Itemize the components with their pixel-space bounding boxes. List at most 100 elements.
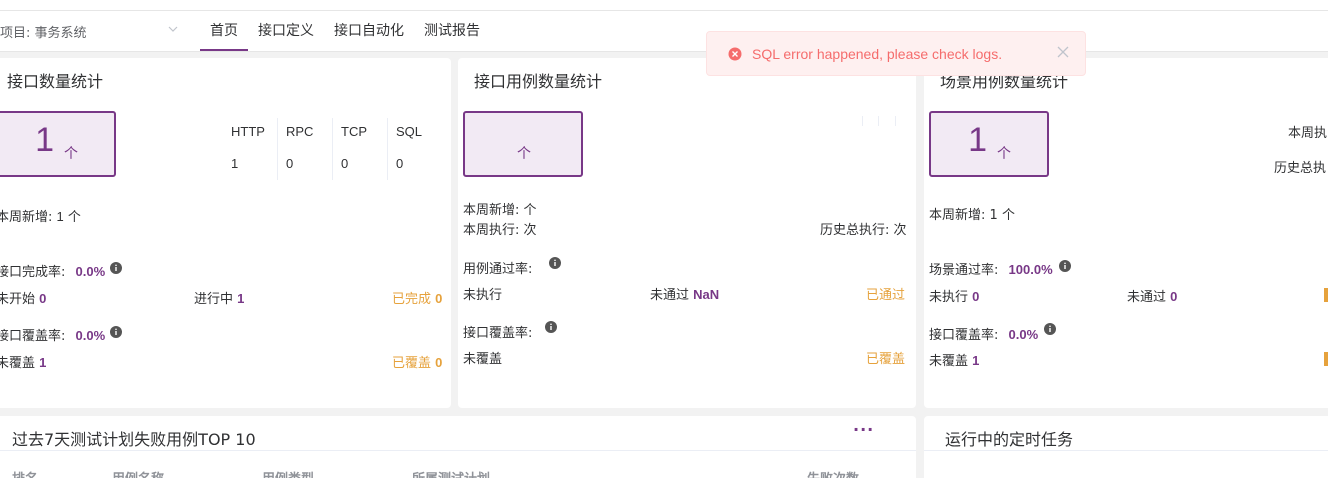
- project-selector[interactable]: 项目: 事务系统: [0, 11, 190, 51]
- api-uncovered: 未覆盖 1: [0, 352, 46, 371]
- info-icon[interactable]: [110, 326, 122, 338]
- uncovered-label: 未覆盖: [0, 356, 36, 371]
- not-started-label: 未开始: [0, 292, 36, 307]
- case-coverage-label: 接口覆盖率:: [463, 326, 533, 341]
- case-card-title: 接口用例数量统计: [474, 72, 603, 91]
- not-exec-label: 未执行: [929, 290, 969, 305]
- protocol-name: TCP: [341, 124, 367, 139]
- scenario-week-exec: 本周执: [1288, 126, 1328, 141]
- coverage-value: 0.0%: [1008, 327, 1039, 342]
- complete-rate-value: 0.0%: [75, 264, 106, 279]
- info-icon[interactable]: [1044, 323, 1056, 335]
- case-count-box: 个: [463, 111, 583, 177]
- api-count-card: 接口数量统计 1 个 HTTP 1 RPC 0 TCP 0 SQL 0 本周新增…: [0, 58, 451, 408]
- scenario-uncovered: 未覆盖 1: [929, 350, 979, 369]
- more-options-icon[interactable]: ···: [853, 420, 874, 439]
- week-new-label: 本周新增:: [929, 208, 986, 223]
- pass-rate-value: 100.0%: [1008, 262, 1053, 277]
- case-pass-rate-label: 用例通过率:: [463, 262, 533, 277]
- info-icon[interactable]: [545, 321, 557, 333]
- api-count-box: 1 个: [0, 111, 116, 177]
- chevron-down-icon: [168, 26, 178, 32]
- week-new-unit: 个: [1001, 208, 1015, 223]
- close-icon[interactable]: [1057, 46, 1069, 58]
- table-divider: [878, 116, 879, 126]
- case-history-exec: 历史总执行: 次: [820, 223, 907, 238]
- tab-api-definition[interactable]: 接口定义: [258, 11, 314, 51]
- scenario-count-box: 1 个: [929, 111, 1049, 177]
- case-not-exec: 未执行: [463, 288, 503, 303]
- scenario-not-exec: 未执行 0: [929, 286, 979, 305]
- top-nav: 项目: 事务系统 首页 接口定义 接口自动化 测试报告: [0, 11, 1328, 52]
- col-test-plan: 所属测试计划: [412, 468, 490, 478]
- protocol-col: RPC 0: [278, 118, 333, 180]
- protocol-value: 0: [341, 156, 349, 171]
- col-case-type: 用例类型: [262, 468, 314, 478]
- protocol-col: SQL 0: [388, 118, 443, 180]
- toast-message: SQL error happened, please check logs.: [752, 46, 1003, 62]
- coverage-label: 接口覆盖率:: [0, 329, 66, 344]
- api-in-progress: 进行中 1: [194, 288, 244, 307]
- api-week-new: 本周新增: 1 个: [0, 206, 81, 225]
- case-not-pass: 未通过 NaN: [650, 284, 719, 303]
- uncovered-value: 1: [972, 353, 980, 368]
- week-new-unit: 个: [67, 210, 81, 225]
- scenario-pass-rate: 场景通过率: 100.0%: [929, 259, 1053, 278]
- failed-top10-title: 过去7天测试计划失败用例TOP 10: [12, 430, 256, 449]
- covered-value: 0: [435, 355, 443, 370]
- done-value: 0: [435, 291, 443, 306]
- not-exec-value: 0: [972, 289, 980, 304]
- coverage-label: 接口覆盖率:: [929, 328, 999, 343]
- divider: [924, 450, 1328, 451]
- info-icon[interactable]: [110, 262, 122, 274]
- in-progress-label: 进行中: [194, 292, 234, 307]
- scenario-not-pass: 未通过 0: [1127, 286, 1177, 305]
- protocol-name: RPC: [286, 124, 314, 139]
- case-covered: 已覆盖: [866, 352, 906, 367]
- case-uncovered: 未覆盖: [463, 352, 503, 367]
- week-new-value: 1: [56, 209, 64, 224]
- api-coverage-rate: 接口覆盖率: 0.0%: [0, 325, 105, 344]
- api-count-unit: 个: [64, 146, 78, 162]
- col-failure-count: 失败次数: [807, 468, 859, 478]
- col-case-name: 用例名称: [112, 468, 164, 478]
- week-new-value: 1: [989, 208, 998, 223]
- not-started-value: 0: [39, 291, 47, 306]
- not-pass-value: NaN: [693, 287, 720, 302]
- case-count-unit: 个: [517, 146, 531, 162]
- case-count-card: 接口用例数量统计 个 本周新增: 个 本周执行: 次 历史总执行: 次 用例通过…: [458, 58, 916, 408]
- in-progress-value: 1: [237, 291, 245, 306]
- case-week-exec: 本周执行: 次: [463, 223, 537, 238]
- not-pass-label: 未通过: [650, 288, 690, 303]
- api-count-number: 1: [35, 121, 54, 159]
- scenario-count-unit: 个: [997, 146, 1011, 162]
- scenario-week-new: 本周新增: 1 个: [929, 204, 1015, 223]
- tab-home[interactable]: 首页: [200, 11, 248, 51]
- pass-rate-label: 场景通过率:: [929, 263, 999, 278]
- uncovered-label: 未覆盖: [929, 354, 969, 369]
- coverage-value: 0.0%: [75, 328, 106, 343]
- protocol-name: SQL: [396, 124, 423, 139]
- divider: [0, 450, 916, 451]
- scenario-history-exec: 历史总执: [1274, 161, 1327, 176]
- passed-truncated: [1324, 288, 1328, 302]
- scheduled-tasks-title: 运行中的定时任务: [945, 430, 1074, 449]
- info-icon[interactable]: [549, 257, 561, 269]
- api-covered: 已覆盖 0: [392, 352, 442, 371]
- week-new-label: 本周新增:: [0, 210, 53, 225]
- project-label: 项目: 事务系统: [0, 25, 87, 41]
- scenario-count-card: 场景用例数量统计 1 个 本周执 历史总执 本周新增: 1 个 场景通过率: 1…: [924, 58, 1328, 408]
- protocol-value: 0: [396, 156, 404, 171]
- tab-test-report[interactable]: 测试报告: [424, 11, 480, 51]
- error-circle-icon: [728, 47, 742, 61]
- uncovered-value: 1: [39, 355, 47, 370]
- case-passed: 已通过: [866, 288, 906, 303]
- scheduled-tasks-card: 运行中的定时任务: [924, 416, 1328, 478]
- complete-rate-label: 接口完成率:: [0, 265, 66, 280]
- tab-api-automation[interactable]: 接口自动化: [334, 11, 404, 51]
- scenario-coverage: 接口覆盖率: 0.0%: [929, 324, 1038, 343]
- done-label: 已完成: [392, 292, 432, 307]
- protocol-value: 0: [286, 156, 294, 171]
- case-week-new: 本周新增: 个: [463, 203, 537, 218]
- info-icon[interactable]: [1059, 260, 1071, 272]
